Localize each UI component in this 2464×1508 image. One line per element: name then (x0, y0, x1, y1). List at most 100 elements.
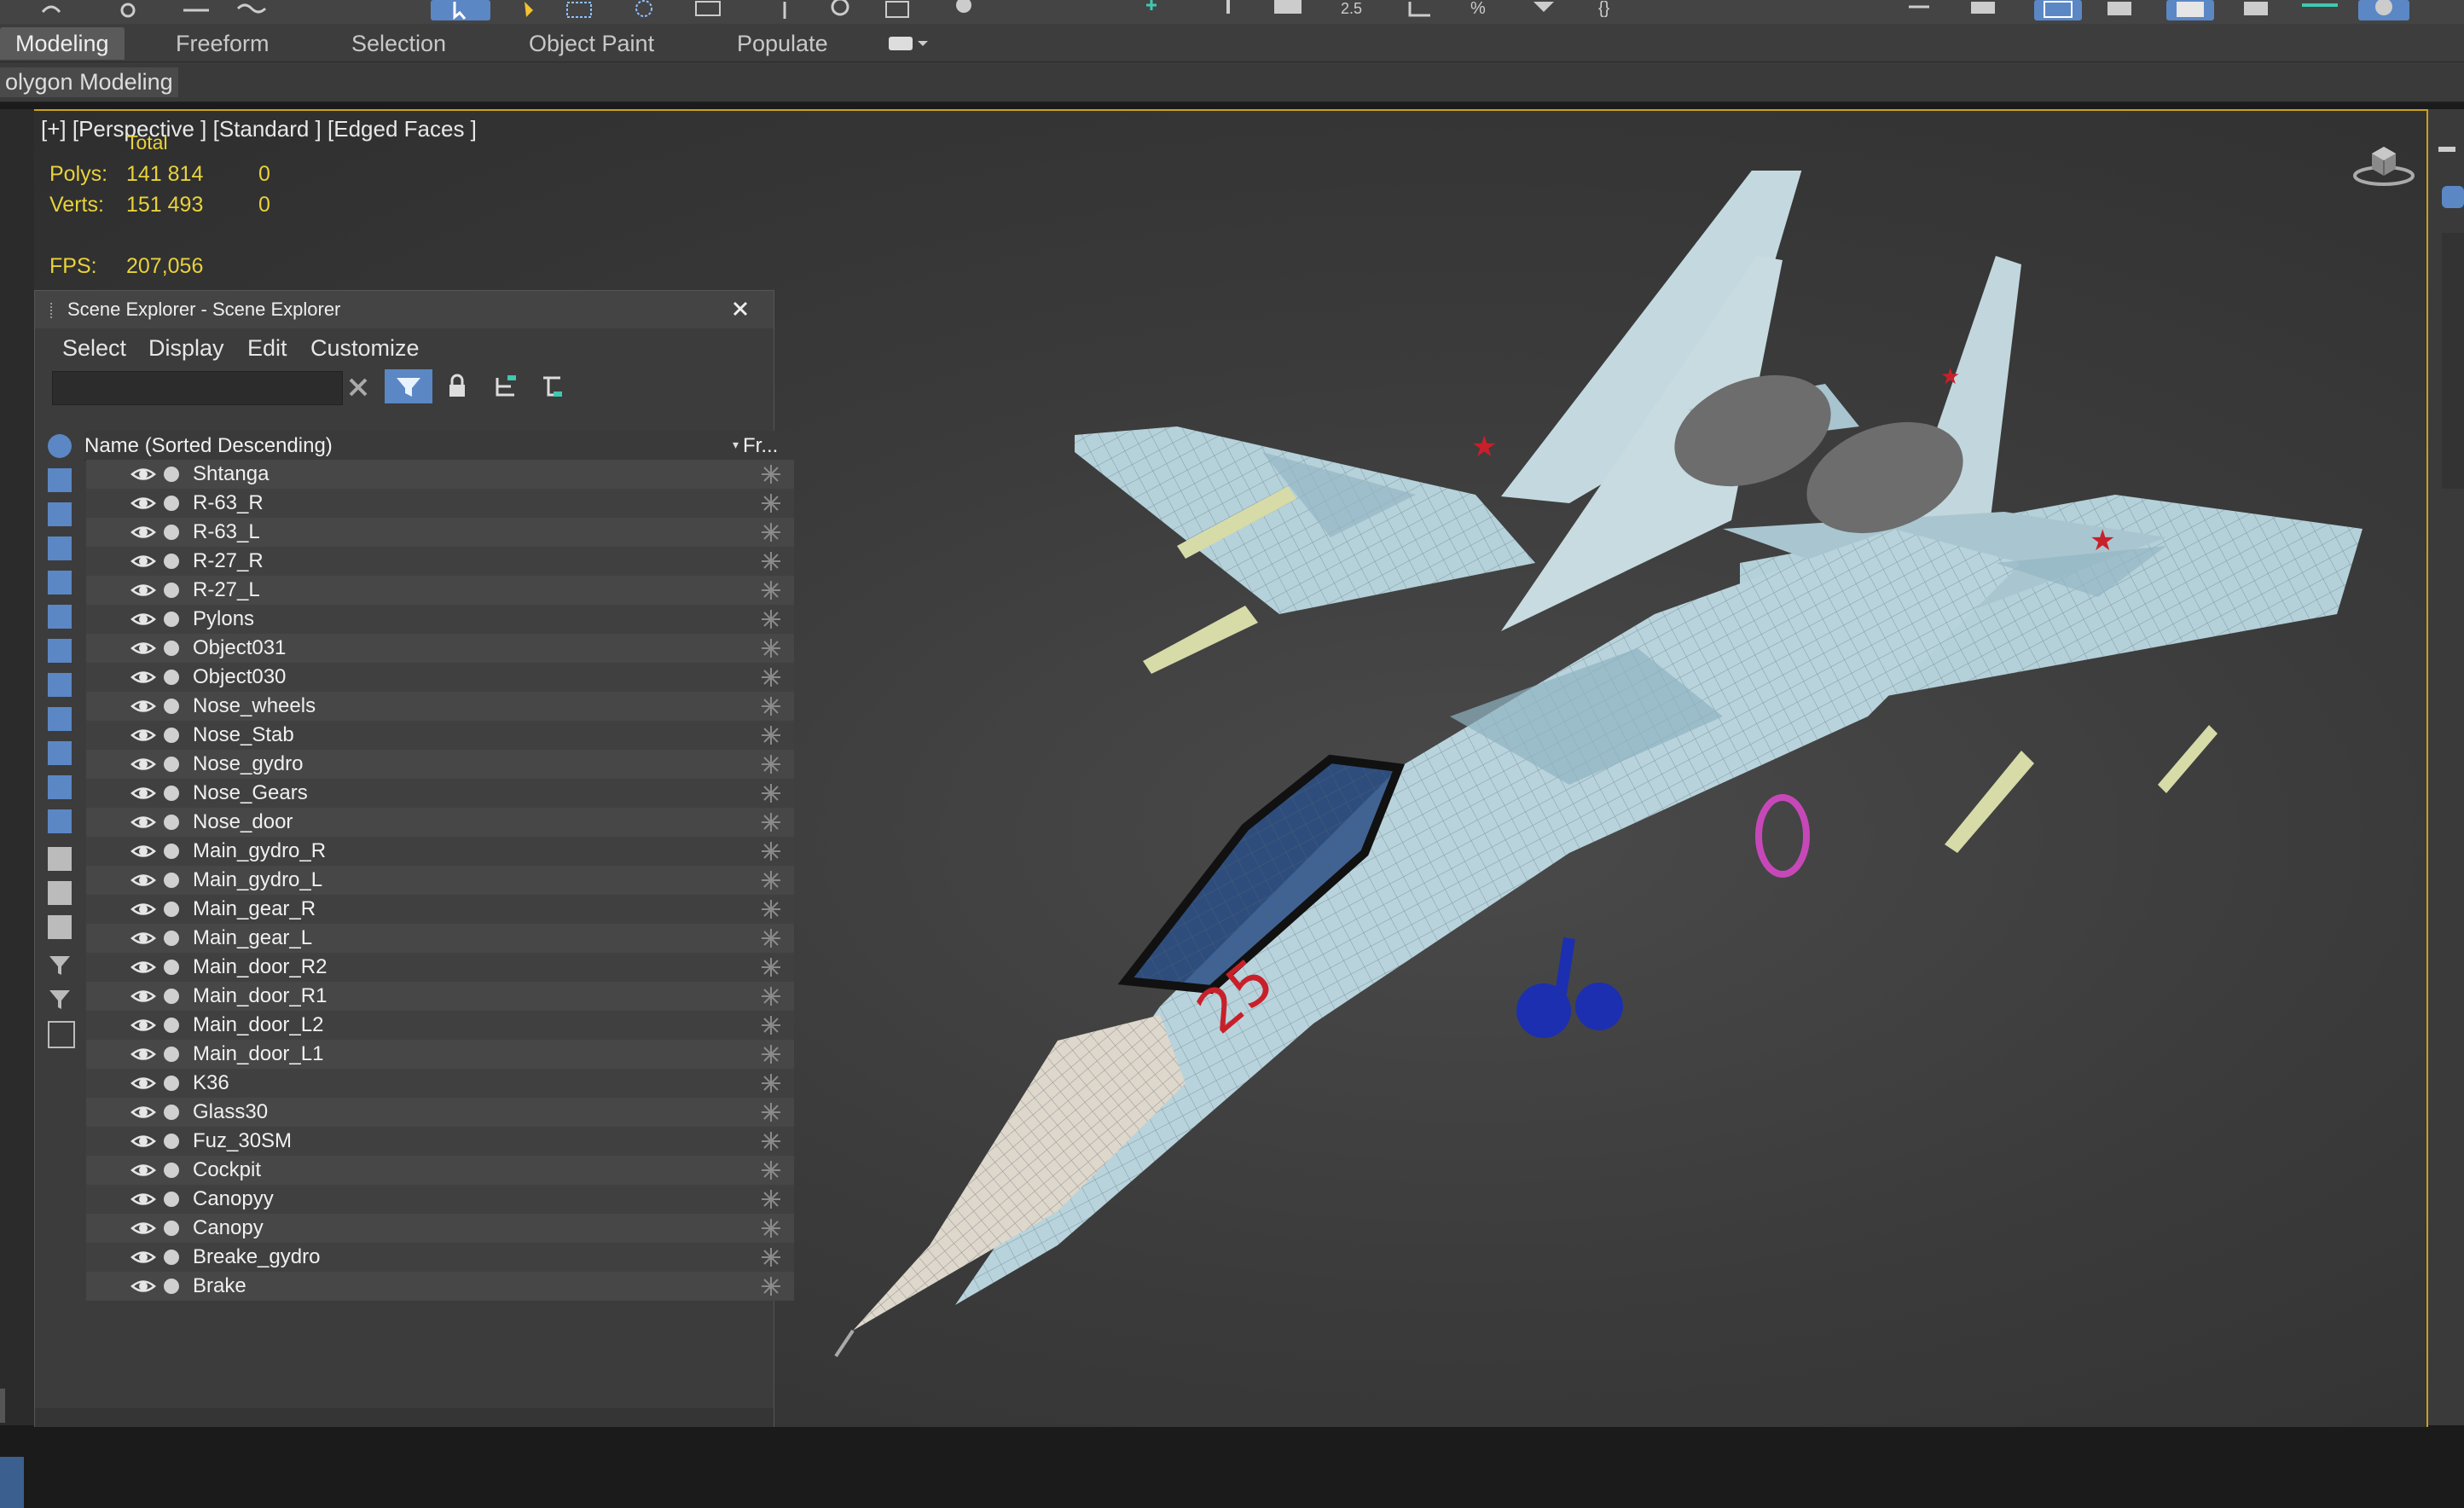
visibility-eye-icon[interactable] (130, 1275, 156, 1297)
named-selection-icon[interactable]: {} (1595, 0, 1629, 20)
panel-minimize-icon[interactable] (2438, 147, 2455, 152)
freeze-snowflake-icon[interactable] (760, 608, 782, 630)
list-item[interactable]: Main_door_L2 (86, 1011, 794, 1040)
visibility-eye-icon[interactable] (130, 869, 156, 891)
layer-manager-icon[interactable] (48, 1021, 75, 1048)
render-dot-icon[interactable] (164, 873, 179, 888)
tab-modeling[interactable]: Modeling (0, 27, 125, 60)
select-object-button[interactable] (431, 0, 490, 20)
visibility-eye-icon[interactable] (130, 1159, 156, 1181)
viewport-label[interactable]: [+] [Perspective ] [Standard ] [Edged Fa… (41, 116, 477, 142)
display-bones-icon[interactable] (48, 707, 72, 731)
list-item[interactable]: Nose_Stab (86, 721, 794, 750)
pivot-icon[interactable] (1134, 0, 1168, 20)
render-dot-icon[interactable] (164, 525, 179, 540)
edit-named-selection-icon[interactable] (1527, 0, 1561, 20)
display-helpers-icon[interactable] (48, 571, 72, 594)
freeze-snowflake-icon[interactable] (760, 1217, 782, 1239)
scene-explorer-toggle-button[interactable] (2034, 0, 2082, 20)
visibility-eye-icon[interactable] (130, 927, 156, 949)
render-dot-icon[interactable] (164, 554, 179, 569)
display-spacewarps-icon[interactable] (48, 605, 72, 629)
list-item[interactable]: Brake (86, 1272, 794, 1301)
percent-snap-icon[interactable]: 2.5 (1339, 0, 1373, 20)
list-item[interactable]: R-27_L (86, 576, 794, 605)
visibility-eye-icon[interactable] (130, 521, 156, 543)
mirror-icon[interactable] (1902, 0, 1936, 20)
freeze-snowflake-icon[interactable] (760, 1101, 782, 1123)
render-dot-icon[interactable] (164, 1279, 179, 1294)
bind-spacewarp-icon[interactable] (235, 0, 269, 20)
display-shapes-icon[interactable] (48, 468, 72, 492)
list-item[interactable]: Nose_Gears (86, 779, 794, 808)
freeze-snowflake-icon[interactable] (760, 782, 782, 804)
list-item[interactable]: R-63_R (86, 489, 794, 518)
freeze-snowflake-icon[interactable] (760, 1188, 782, 1210)
clear-search-icon[interactable] (345, 374, 371, 400)
visibility-eye-icon[interactable] (130, 579, 156, 601)
list-item[interactable]: Main_door_L1 (86, 1040, 794, 1069)
list-item[interactable]: Main_door_R2 (86, 953, 794, 982)
placement-icon[interactable] (883, 0, 917, 20)
list-item[interactable]: Nose_gydro (86, 750, 794, 779)
ribbon-options-icon[interactable] (887, 34, 930, 53)
visibility-eye-icon[interactable] (130, 753, 156, 775)
list-item[interactable]: Main_gydro_R (86, 837, 794, 866)
visibility-eye-icon[interactable] (130, 956, 156, 978)
render-dot-icon[interactable] (164, 786, 179, 801)
schematic-view-icon[interactable] (2299, 0, 2341, 20)
freeze-snowflake-icon[interactable] (760, 840, 782, 862)
freeze-snowflake-icon[interactable] (760, 550, 782, 572)
percent-icon[interactable]: % (1467, 0, 1501, 20)
close-icon[interactable] (728, 296, 753, 322)
render-dot-icon[interactable] (164, 989, 179, 1004)
freeze-snowflake-icon[interactable] (760, 666, 782, 688)
visibility-eye-icon[interactable] (130, 840, 156, 862)
ribbon-toggle-button[interactable] (2166, 0, 2214, 20)
menu-edit[interactable]: Edit (247, 335, 287, 362)
visibility-eye-icon[interactable] (130, 985, 156, 1007)
render-dot-icon[interactable] (164, 496, 179, 511)
visibility-eye-icon[interactable] (130, 1014, 156, 1036)
freeze-snowflake-icon[interactable] (760, 724, 782, 746)
render-dot-icon[interactable] (164, 844, 179, 859)
freeze-snowflake-icon[interactable] (760, 1130, 782, 1152)
list-item[interactable]: Object031 (86, 634, 794, 663)
visibility-eye-icon[interactable] (130, 608, 156, 630)
filter-selected-icon[interactable] (48, 953, 72, 977)
material-editor-button[interactable] (2358, 0, 2409, 20)
aircraft-model[interactable]: ★ ★ ★ 25 (802, 142, 2388, 1365)
snap-icon[interactable] (947, 0, 981, 20)
render-dot-icon[interactable] (164, 1018, 179, 1033)
spinner-snap-icon[interactable] (1403, 0, 1437, 20)
list-item[interactable]: Main_gear_R (86, 895, 794, 924)
list-item[interactable]: Cockpit (86, 1156, 794, 1185)
undo-icon[interactable] (34, 0, 68, 20)
column-name-header[interactable]: Name (Sorted Descending) (84, 434, 333, 458)
curve-editor-icon[interactable] (2239, 0, 2273, 20)
select-by-name-icon[interactable] (516, 0, 550, 20)
rect-selection-icon[interactable] (563, 0, 597, 20)
tab-freeform[interactable]: Freeform (176, 27, 270, 60)
freeze-snowflake-icon[interactable] (760, 1159, 782, 1181)
list-item[interactable]: Shtanga (86, 460, 794, 489)
strip-handle[interactable] (0, 1389, 5, 1423)
list-item[interactable]: Canopy (86, 1214, 794, 1243)
scene-explorer-titlebar[interactable]: Scene Explorer - Scene Explorer (35, 291, 774, 328)
rotate-icon[interactable] (768, 0, 802, 20)
freeze-snowflake-icon[interactable] (760, 927, 782, 949)
render-dot-icon[interactable] (164, 931, 179, 946)
visibility-eye-icon[interactable] (130, 550, 156, 572)
visibility-eye-icon[interactable] (130, 898, 156, 920)
freeze-snowflake-icon[interactable] (760, 695, 782, 717)
list-item[interactable]: Nose_door (86, 808, 794, 837)
freeze-snowflake-icon[interactable] (760, 637, 782, 659)
freeze-snowflake-icon[interactable] (760, 1014, 782, 1036)
display-none-icon[interactable] (48, 881, 72, 905)
freeze-snowflake-icon[interactable] (760, 985, 782, 1007)
command-panel-scroll[interactable] (2442, 233, 2464, 489)
filter-toggle-button[interactable] (385, 369, 432, 403)
list-item[interactable]: R-27_R (86, 547, 794, 576)
menu-display[interactable]: Display (148, 335, 224, 362)
list-item[interactable]: R-63_L (86, 518, 794, 547)
